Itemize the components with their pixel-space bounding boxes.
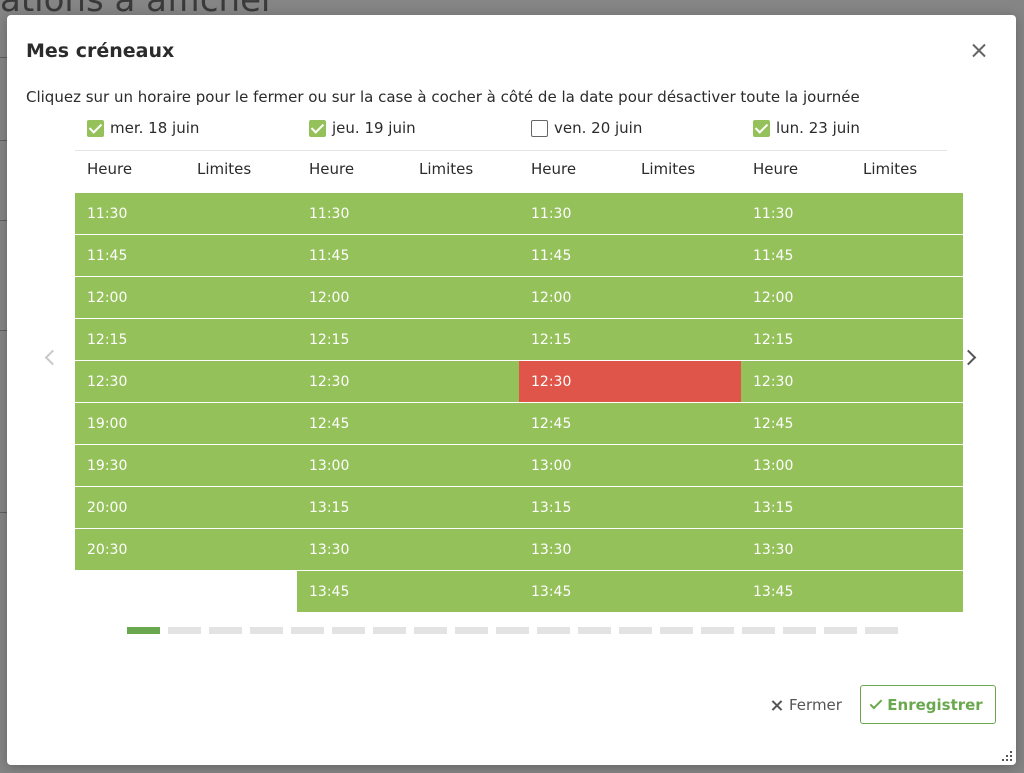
pagination-dot[interactable] — [660, 627, 693, 634]
time-slot[interactable]: 11:30 — [519, 193, 741, 234]
time-slot[interactable]: 12:45 — [297, 403, 519, 444]
pagination-dot[interactable] — [701, 627, 734, 634]
time-slot[interactable]: 12:45 — [741, 403, 963, 444]
time-slot[interactable]: 20:00 — [75, 487, 297, 528]
pagination-dot[interactable] — [373, 627, 406, 634]
time-slot[interactable]: 11:45 — [519, 235, 741, 276]
pagination-dot[interactable] — [496, 627, 529, 634]
check-icon — [869, 696, 883, 709]
time-slot[interactable]: 13:30 — [297, 529, 519, 570]
pagination-dot[interactable] — [168, 627, 201, 634]
time-slot[interactable]: 13:30 — [519, 529, 741, 570]
pagination-dot[interactable] — [578, 627, 611, 634]
day-checkbox-3[interactable] — [531, 119, 548, 137]
day-checkbox-2[interactable] — [309, 119, 326, 137]
time-slot[interactable]: 13:45 — [741, 571, 963, 612]
time-slot[interactable]: 12:30 — [741, 361, 963, 402]
day-toggle-2[interactable]: jeu. 19 juin — [309, 117, 416, 139]
time-slot[interactable]: 12:00 — [741, 277, 963, 318]
time-slot[interactable]: 19:30 — [75, 445, 297, 486]
day-toggle-3[interactable]: ven. 20 juin — [531, 117, 642, 139]
time-slot[interactable]: 12:15 — [519, 319, 741, 360]
time-slot[interactable]: 13:15 — [519, 487, 741, 528]
day-label-2: jeu. 19 juin — [332, 119, 416, 137]
day-toggle-4[interactable]: lun. 23 juin — [753, 117, 860, 139]
pagination-dot[interactable] — [414, 627, 447, 634]
time-slot[interactable]: 11:45 — [297, 235, 519, 276]
day-label-4: lun. 23 juin — [776, 119, 860, 137]
pagination-dot[interactable] — [291, 627, 324, 634]
column-header-limits: Limites — [419, 160, 474, 178]
time-slot[interactable]: 13:15 — [297, 487, 519, 528]
time-slot[interactable]: 13:00 — [297, 445, 519, 486]
pagination-dot[interactable] — [783, 627, 816, 634]
time-slot[interactable]: 12:30 — [297, 361, 519, 402]
time-slot[interactable]: 13:45 — [297, 571, 519, 612]
time-slot[interactable]: 11:30 — [75, 193, 297, 234]
close-icon — [771, 700, 782, 711]
column-header-hour: Heure — [753, 160, 799, 178]
pagination-dot[interactable] — [455, 627, 488, 634]
save-button-label: Enregistrer — [887, 695, 983, 714]
pagination-dot[interactable] — [209, 627, 242, 634]
time-slot[interactable]: 12:00 — [519, 277, 741, 318]
pagination-dot[interactable] — [824, 627, 857, 634]
time-slot[interactable]: 12:30 — [519, 361, 741, 402]
time-slot[interactable]: 11:45 — [75, 235, 297, 276]
pagination-dot[interactable] — [127, 627, 160, 634]
day-checkbox-1[interactable] — [87, 119, 104, 137]
time-slot[interactable]: 12:45 — [519, 403, 741, 444]
time-slot[interactable]: 12:00 — [75, 277, 297, 318]
day-checkbox-4[interactable] — [753, 119, 770, 137]
pagination — [127, 627, 898, 634]
time-slot[interactable]: 12:15 — [75, 319, 297, 360]
pagination-dot[interactable] — [619, 627, 652, 634]
column-header-hour: Heure — [87, 160, 133, 178]
time-slot[interactable]: 11:45 — [741, 235, 963, 276]
resize-handle-icon[interactable] — [1002, 751, 1012, 761]
close-button[interactable]: Fermer — [771, 694, 842, 716]
chevron-right-icon[interactable] — [959, 347, 981, 369]
day-label-3: ven. 20 juin — [554, 119, 643, 137]
time-slot[interactable]: 19:00 — [75, 403, 297, 444]
column-header-hour: Heure — [531, 160, 577, 178]
time-slot[interactable]: 11:30 — [741, 193, 963, 234]
close-button-label: Fermer — [789, 696, 842, 714]
time-slot[interactable]: 20:30 — [75, 529, 297, 570]
time-slot[interactable]: 13:00 — [741, 445, 963, 486]
pagination-dot[interactable] — [250, 627, 283, 634]
pagination-dot[interactable] — [742, 627, 775, 634]
time-slot[interactable]: 13:30 — [741, 529, 963, 570]
slots-modal: Mes créneaux Cliquez sur un horaire pour… — [7, 15, 1016, 765]
pagination-dot[interactable] — [537, 627, 570, 634]
chevron-left-icon[interactable] — [39, 347, 61, 369]
instructions-text: Cliquez sur un horaire pour le fermer ou… — [26, 88, 860, 106]
time-slot[interactable]: 13:00 — [519, 445, 741, 486]
header-divider — [75, 150, 947, 151]
time-slot[interactable]: 12:30 — [75, 361, 297, 402]
column-header-limits: Limites — [863, 160, 918, 178]
close-icon[interactable] — [969, 41, 989, 61]
save-button[interactable]: Enregistrer — [860, 685, 996, 724]
column-header-limits: Limites — [641, 160, 696, 178]
column-header-limits: Limites — [197, 160, 252, 178]
time-slot[interactable]: 13:45 — [519, 571, 741, 612]
time-slot[interactable]: 13:15 — [741, 487, 963, 528]
column-header-hour: Heure — [309, 160, 355, 178]
pagination-dot[interactable] — [865, 627, 898, 634]
day-label-1: mer. 18 juin — [110, 119, 200, 137]
time-slot[interactable]: 11:30 — [297, 193, 519, 234]
pagination-dot[interactable] — [332, 627, 365, 634]
modal-title: Mes créneaux — [26, 40, 175, 62]
time-slot[interactable]: 12:00 — [297, 277, 519, 318]
time-slot[interactable]: 12:15 — [297, 319, 519, 360]
time-slot[interactable]: 12:15 — [741, 319, 963, 360]
day-toggle-1[interactable]: mer. 18 juin — [87, 117, 199, 139]
